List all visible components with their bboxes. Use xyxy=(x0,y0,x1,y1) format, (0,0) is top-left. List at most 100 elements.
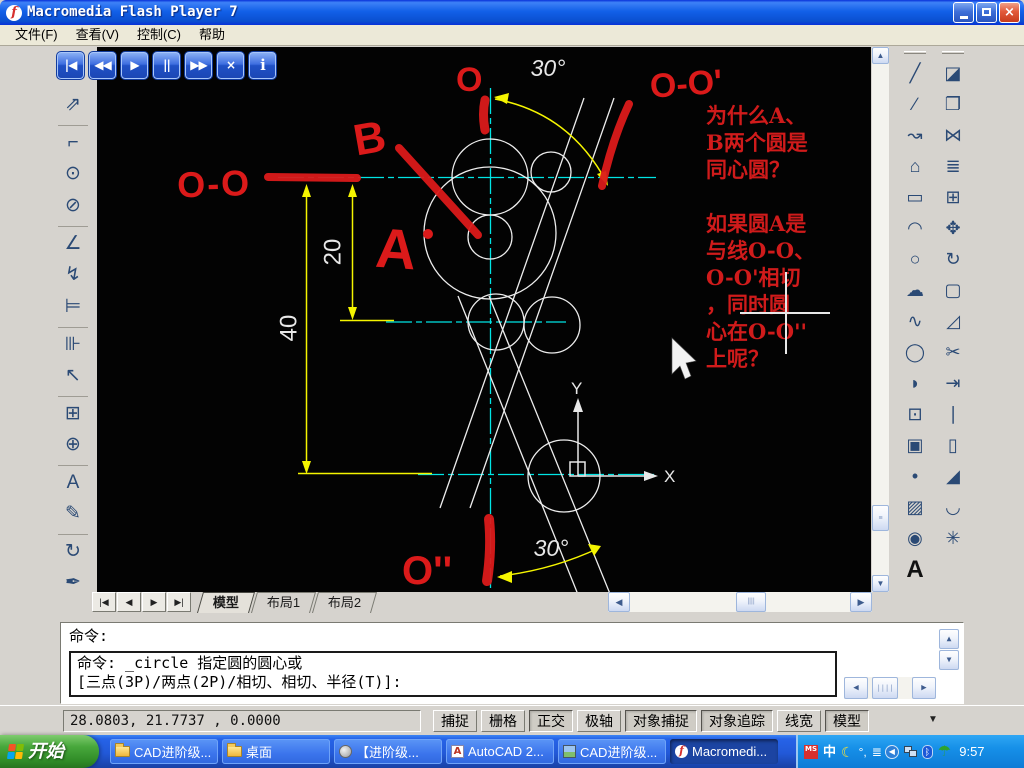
quick-dimension-icon[interactable]: ↯ xyxy=(58,260,88,290)
status-toggle-线宽[interactable]: 线宽 xyxy=(777,710,821,732)
revision-cloud-icon[interactable]: ☁ xyxy=(901,275,929,306)
play-button[interactable]: ▶ xyxy=(120,51,149,80)
polyline-icon[interactable]: ↝ xyxy=(901,120,929,151)
scroll-up-button[interactable]: ▲ xyxy=(872,47,889,64)
task-media-player[interactable]: 【进阶级... xyxy=(334,739,442,764)
horizontal-scrollbar[interactable]: ◀ |||| ▶ xyxy=(608,592,872,612)
continue-dimension-icon[interactable]: ⊪ xyxy=(58,327,88,359)
rotate-icon[interactable]: ↻ xyxy=(939,244,967,275)
status-toggle-极轴[interactable]: 极轴 xyxy=(577,710,621,732)
trim-icon[interactable]: ✂ xyxy=(939,337,967,368)
vertical-scrollbar[interactable]: ▲ ≡ ▼ xyxy=(872,47,889,592)
command-hscrollbar[interactable]: ◀ |||| ▶ xyxy=(844,677,936,699)
mirror-icon[interactable]: ⋈ xyxy=(939,120,967,151)
insert-block-icon[interactable]: ⊡ xyxy=(901,399,929,430)
array-icon[interactable]: ⊞ xyxy=(939,182,967,213)
tab-布局1[interactable]: 布局1 xyxy=(251,592,317,613)
status-toggle-对象捕捉[interactable]: 对象捕捉 xyxy=(625,710,697,732)
task-cad-folder[interactable]: CAD进阶级... xyxy=(110,739,218,764)
command-prompt-box[interactable]: 命令: _circle 指定圆的圆心或 [三点(3P)/两点(2P)/相切、相切… xyxy=(69,651,837,697)
stretch-icon[interactable]: ▢ xyxy=(939,275,967,306)
point-icon[interactable]: • xyxy=(901,461,929,492)
tab-prev-button[interactable]: ◀ xyxy=(117,592,141,612)
ime-ms-pinyin-icon[interactable]: MS xyxy=(804,744,818,759)
status-toggle-捕捉[interactable]: 捕捉 xyxy=(433,710,477,732)
forward-button[interactable]: ▶▶ xyxy=(184,51,213,80)
polygon-icon[interactable]: ⌂ xyxy=(901,151,929,182)
ime-punct-icon[interactable]: °, xyxy=(859,745,867,759)
vertical-scroll-thumb[interactable]: ≡ xyxy=(872,505,889,531)
tab-first-button[interactable]: |◀ xyxy=(92,592,116,612)
diameter-dimension-icon[interactable]: ⊘ xyxy=(58,191,88,221)
quick-leader-icon[interactable]: ↖ xyxy=(58,361,88,391)
toolbar-handle[interactable] xyxy=(942,51,964,54)
task-flash-player[interactable]: f Macromedi... xyxy=(670,739,778,764)
command-scroll-right-button[interactable]: ▶ xyxy=(912,677,936,699)
tab-next-button[interactable]: ▶ xyxy=(142,592,166,612)
scroll-right-button[interactable]: ▶ xyxy=(850,592,872,612)
command-scroll-up-button[interactable]: ▲ xyxy=(939,629,959,649)
offset-icon[interactable]: ≣ xyxy=(939,151,967,182)
moon-icon[interactable]: ☾ xyxy=(841,745,854,759)
ellipse-arc-icon[interactable]: ◗ xyxy=(901,368,929,399)
window-titlebar[interactable]: f Macromedia Flash Player 7 × xyxy=(0,0,1024,25)
ime-chinese-icon[interactable]: 中 xyxy=(823,744,836,759)
menu-item-2[interactable]: 控制(C) xyxy=(128,25,190,45)
rewind-button[interactable]: ◀◀ xyxy=(88,51,117,80)
command-scroll-left-button[interactable]: ◀ xyxy=(844,677,868,699)
stop-button[interactable]: × xyxy=(216,51,245,80)
copy-icon[interactable]: ❐ xyxy=(939,89,967,120)
center-mark-icon[interactable]: ⊕ xyxy=(58,430,88,460)
coordinate-readout[interactable]: 28.0803, 21.7737 , 0.0000 xyxy=(63,710,421,732)
task-autocad[interactable]: A AutoCAD 2... xyxy=(446,739,554,764)
task-desktop-folder[interactable]: 桌面 xyxy=(222,739,330,764)
construction-line-icon[interactable]: ∕ xyxy=(901,89,929,120)
pause-button[interactable]: || xyxy=(152,51,181,80)
goto-start-button[interactable]: |◀ xyxy=(56,51,85,80)
toolbar-handle[interactable] xyxy=(904,51,926,54)
command-scroll-down-button[interactable]: ▼ xyxy=(939,650,959,670)
explode-icon[interactable]: ✳ xyxy=(939,523,967,554)
radius-dimension-icon[interactable]: ⊙ xyxy=(58,159,88,189)
dimension-edit-icon[interactable]: A xyxy=(58,465,88,497)
move-icon[interactable]: ✥ xyxy=(939,213,967,244)
safety-umbrella-icon[interactable]: ☂ xyxy=(938,744,951,759)
info-button[interactable]: i xyxy=(248,51,277,80)
multiline-text-icon[interactable]: A xyxy=(901,554,929,585)
tolerance-icon[interactable]: ⊞ xyxy=(58,396,88,428)
command-scroll-thumb[interactable]: |||| xyxy=(872,677,898,699)
aligned-dimension-icon[interactable]: ⇗ xyxy=(58,90,88,120)
dimension-update-icon[interactable]: ↻ xyxy=(58,534,88,566)
hide-icons-button[interactable]: ◀ xyxy=(884,744,899,759)
command-window[interactable]: 命令: 命令: _circle 指定圆的圆心或 [三点(3P)/两点(2P)/相… xyxy=(60,622,964,704)
start-button[interactable]: 开始 xyxy=(0,735,99,768)
scroll-left-button[interactable]: ◀ xyxy=(608,592,630,612)
line-icon[interactable]: ╱ xyxy=(901,58,929,89)
ellipse-icon[interactable]: ◯ xyxy=(901,337,929,368)
status-menu-arrow[interactable]: ▼ xyxy=(928,714,938,725)
spline-icon[interactable]: ∿ xyxy=(901,306,929,337)
erase-icon[interactable]: ◪ xyxy=(939,58,967,89)
scroll-down-button[interactable]: ▼ xyxy=(872,575,889,592)
close-button[interactable]: × xyxy=(999,2,1020,23)
menu-item-3[interactable]: 帮助 xyxy=(190,25,234,45)
rectangle-icon[interactable]: ▭ xyxy=(901,182,929,213)
ime-bars-icon[interactable]: ≣ xyxy=(872,745,882,759)
task-image-viewer[interactable]: CAD进阶级... xyxy=(558,739,666,764)
dimension-text-edit-icon[interactable]: ✎ xyxy=(58,499,88,529)
make-block-icon[interactable]: ▣ xyxy=(901,430,929,461)
break-at-point-icon[interactable]: ∣ xyxy=(939,399,967,430)
baseline-dimension-icon[interactable]: ⊨ xyxy=(58,292,88,322)
hatch-icon[interactable]: ▨ xyxy=(901,492,929,523)
arc-icon[interactable]: ◠ xyxy=(901,213,929,244)
region-icon[interactable]: ◉ xyxy=(901,523,929,554)
tab-布局2[interactable]: 布局2 xyxy=(312,592,378,613)
menu-item-0[interactable]: 文件(F) xyxy=(6,25,67,45)
extend-icon[interactable]: ⇥ xyxy=(939,368,967,399)
angular-dimension-icon[interactable]: ∠ xyxy=(58,226,88,258)
bluetooth-icon[interactable]: ᛒ xyxy=(921,744,933,759)
tab-模型[interactable]: 模型 xyxy=(196,592,256,613)
chamfer-icon[interactable]: ◢ xyxy=(939,461,967,492)
restore-button[interactable] xyxy=(976,2,997,23)
status-toggle-模型[interactable]: 模型 xyxy=(825,710,869,732)
